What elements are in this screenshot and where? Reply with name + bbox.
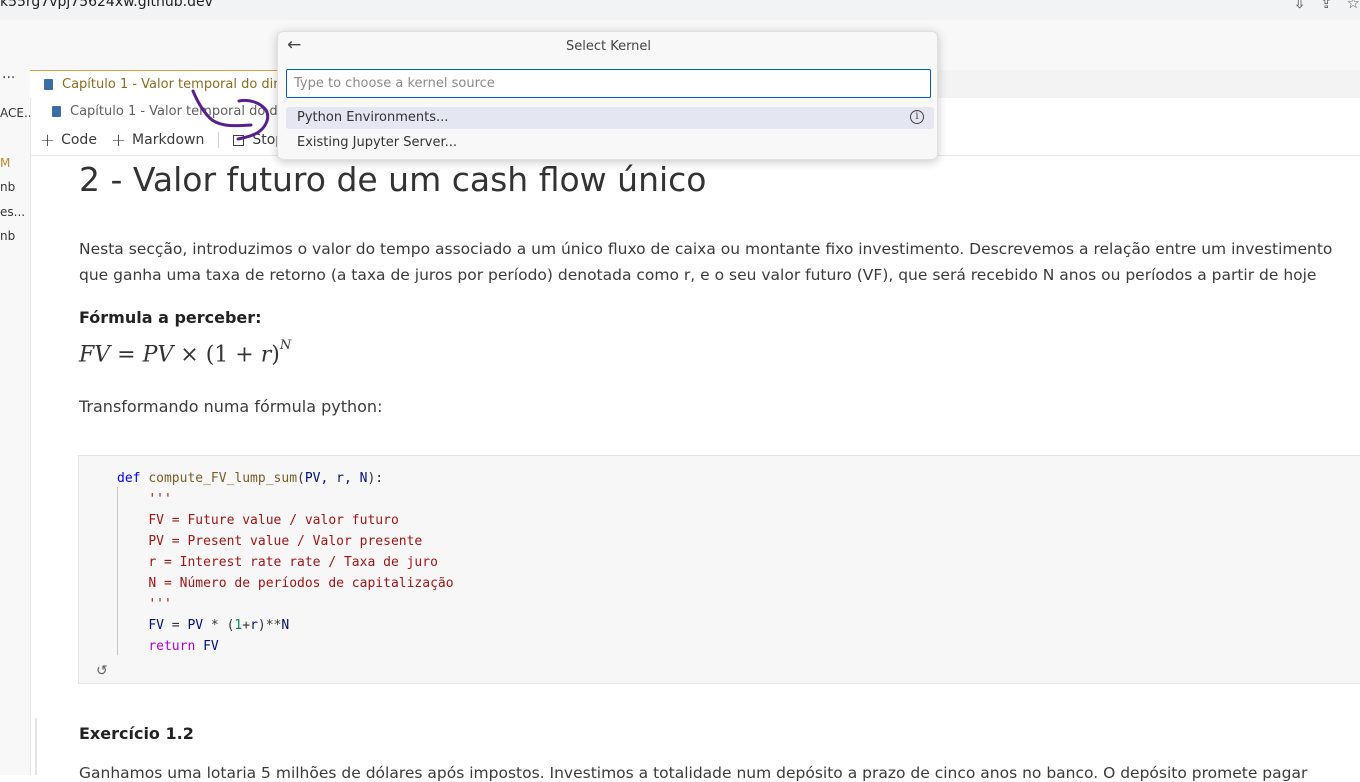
annotation-scribble: [191, 89, 270, 141]
